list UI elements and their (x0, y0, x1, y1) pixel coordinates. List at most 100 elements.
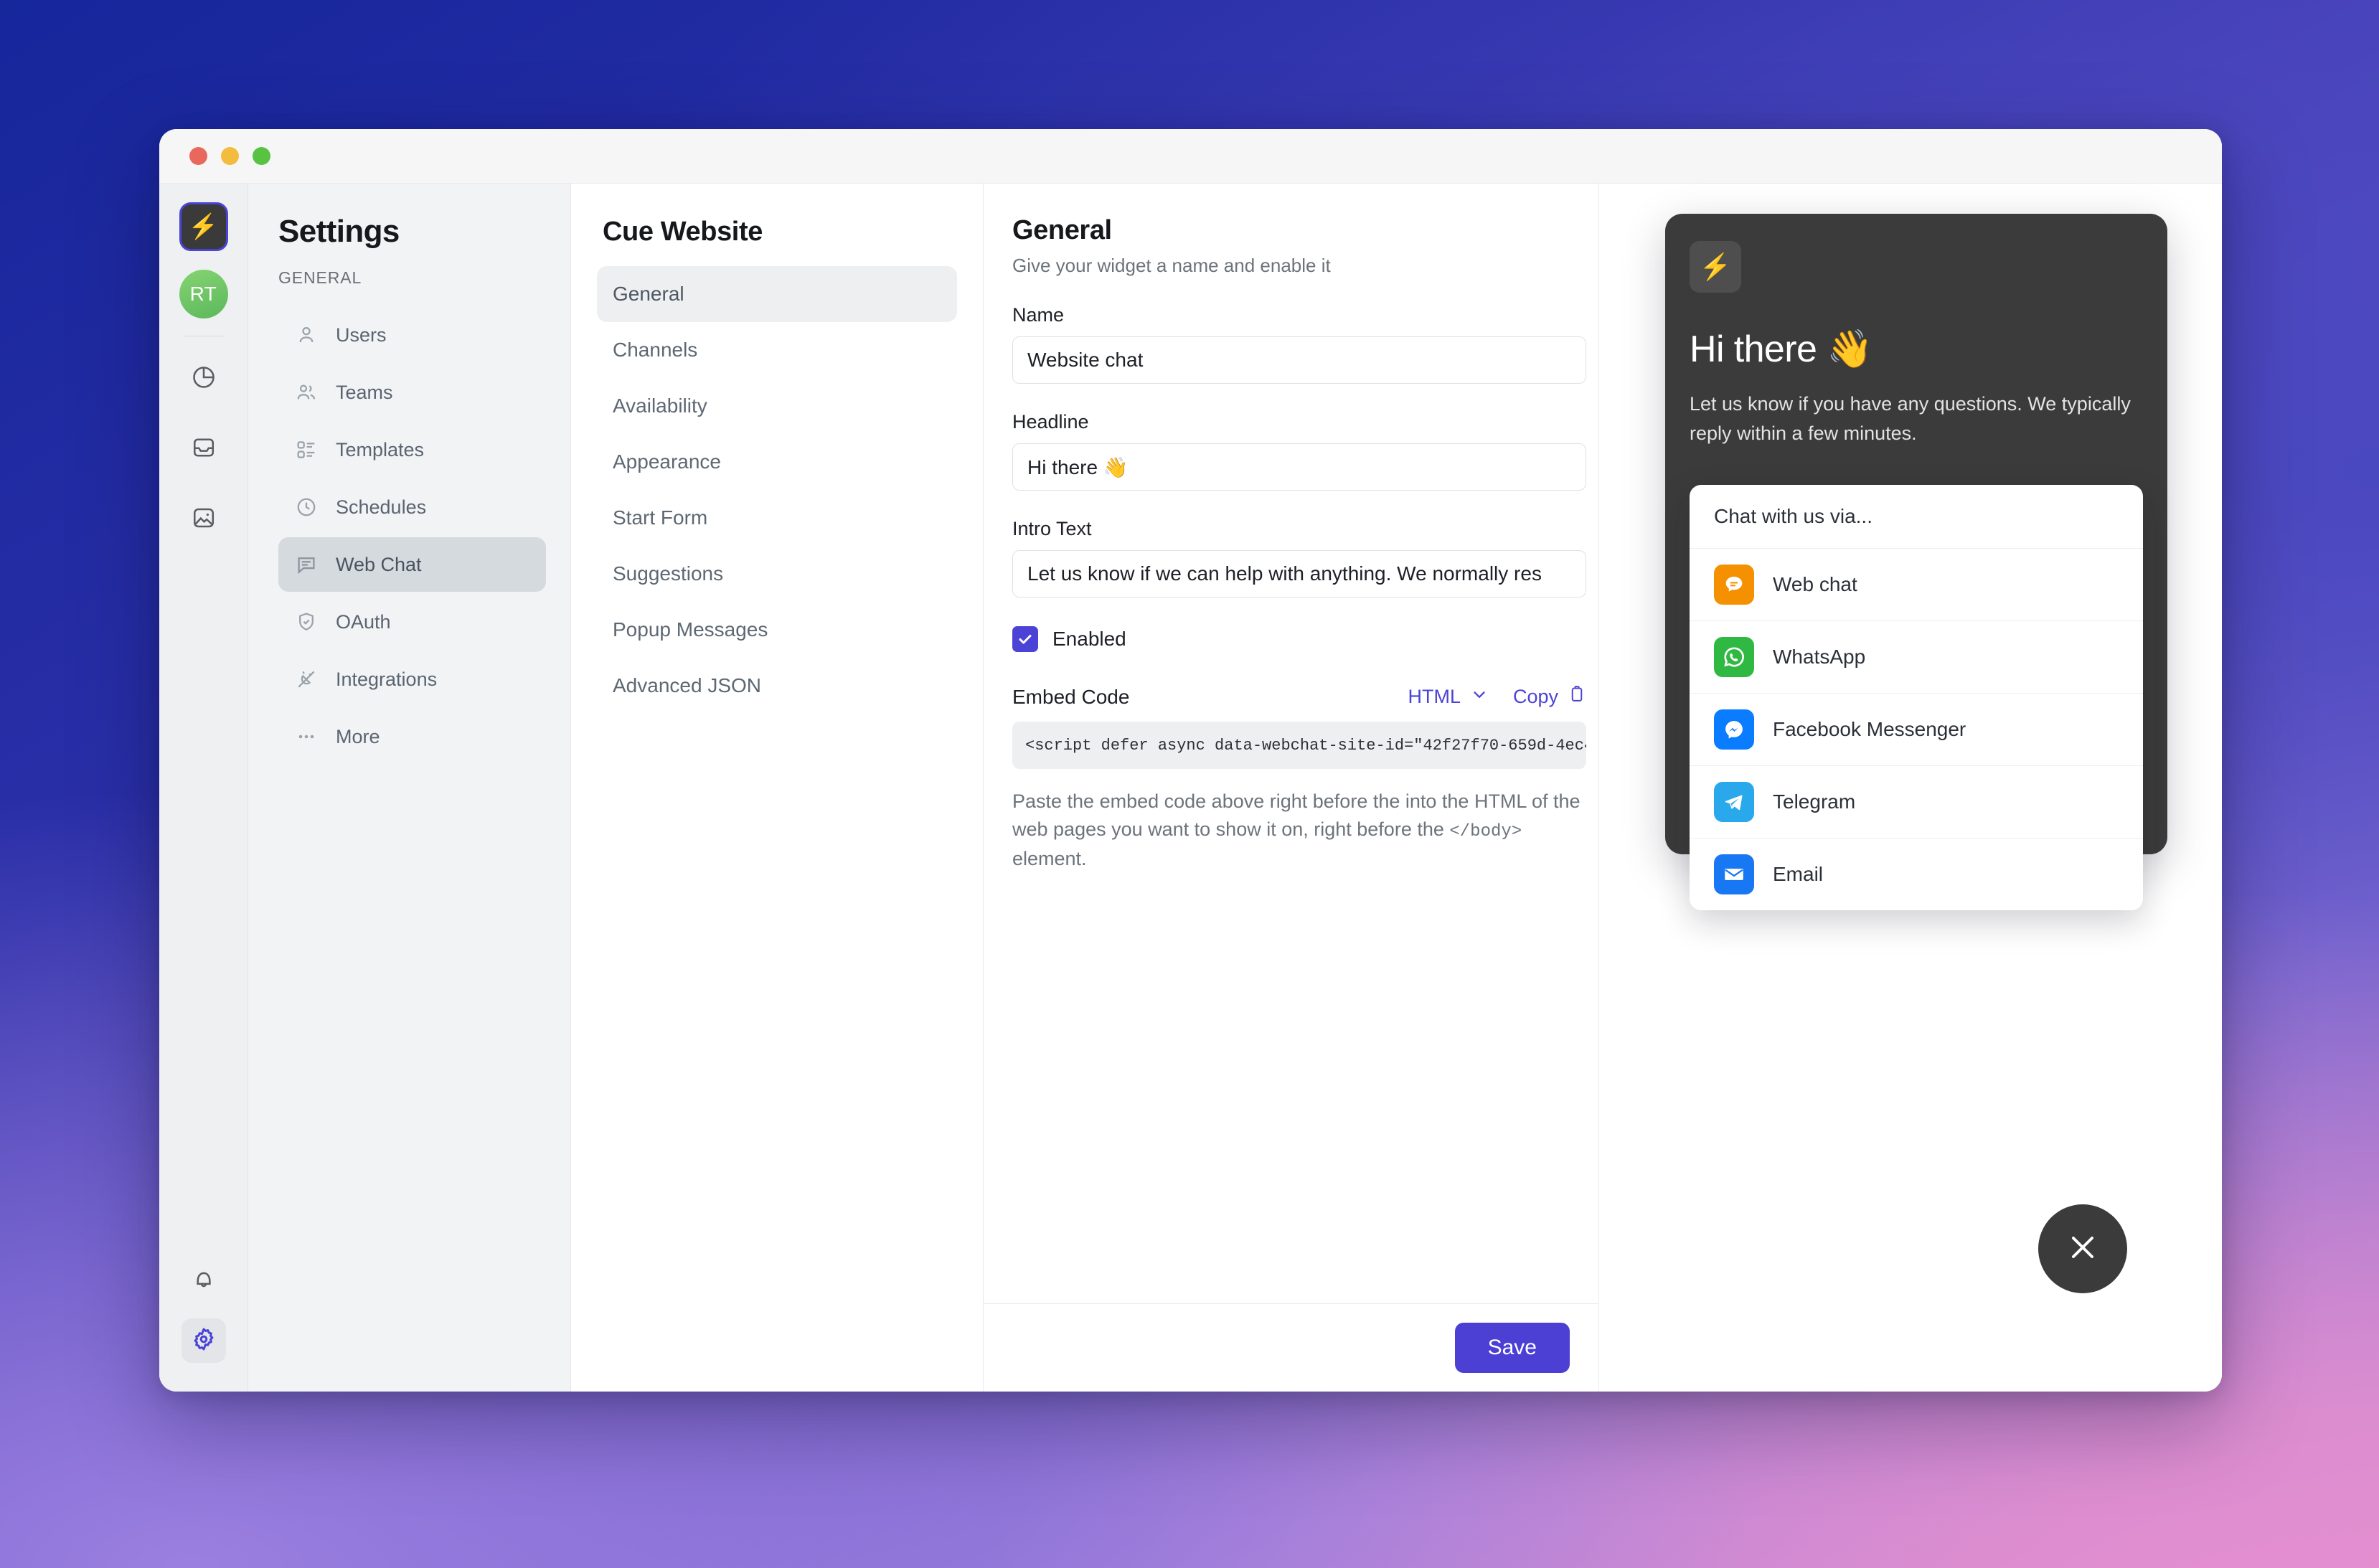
enabled-checkbox[interactable] (1012, 626, 1038, 652)
copy-label: Copy (1512, 686, 1558, 707)
sidebar-item-label: Teams (336, 381, 393, 403)
enabled-row[interactable]: Enabled (1012, 626, 1570, 652)
widget-nav-list: General Channels Availability Appearance… (597, 266, 957, 714)
app-logo[interactable]: ⚡ (179, 202, 228, 251)
plug-icon (294, 667, 319, 691)
media-image-icon (191, 505, 217, 534)
form-heading: General (1012, 215, 1112, 245)
channel-option-telegram[interactable]: Telegram (1690, 766, 2143, 839)
rail-item-notifications[interactable] (182, 1258, 226, 1303)
channel-label: Telegram (1773, 790, 1856, 813)
avatar[interactable]: RT (179, 270, 228, 318)
name-input[interactable]: Website chat (1012, 336, 1586, 384)
channel-option-whatsapp[interactable]: WhatsApp (1690, 621, 2143, 694)
embed-code-actions: HTML Copy (1408, 685, 1586, 709)
name-label: Name (1012, 304, 1065, 326)
sidebar-item-oauth[interactable]: OAuth (278, 595, 546, 649)
channel-option-web-chat[interactable]: Web chat (1690, 549, 2143, 621)
form-scroll-area: General Give your widget a name and enab… (984, 184, 1598, 1303)
widget-nav-panel: Cue Website General Channels Availabilit… (571, 184, 984, 1392)
clipboard-icon (1568, 685, 1586, 709)
widget-preview-panel: ⚡ Hi there 👋 Let us know if you have any… (1599, 184, 2222, 1392)
chat-widget-intro: Let us know if you have any questions. W… (1690, 393, 2131, 444)
intro-text-label: Intro Text (1012, 518, 1092, 539)
chat-bubble-icon (294, 552, 319, 577)
users-icon (294, 380, 319, 405)
embed-code-label: Embed Code (1012, 685, 1130, 708)
sidebar-item-teams[interactable]: Teams (278, 365, 546, 420)
form-footer: Save (984, 1303, 1598, 1392)
channel-label: Facebook Messenger (1773, 718, 1966, 740)
intro-text-input[interactable]: Let us know if we can help with anything… (1012, 550, 1586, 598)
rail-item-inbox[interactable] (182, 427, 226, 471)
embed-format-select[interactable]: HTML (1408, 685, 1489, 709)
channel-option-email[interactable]: Email (1690, 839, 2143, 910)
sidebar-item-templates[interactable]: Templates (278, 422, 546, 477)
webchat-icon (1714, 565, 1754, 605)
shield-check-icon (294, 610, 319, 634)
tab-general[interactable]: General (597, 266, 957, 322)
settings-nav-list: Users Teams Templates Schedules Web Chat… (278, 308, 546, 764)
app-body: ⚡ RT Settings GENERAL Users Teams Templa… (159, 184, 2222, 1392)
sidebar-item-label: Schedules (336, 496, 427, 518)
chat-channel-list: Chat with us via... Web chat WhatsApp Fa… (1690, 485, 2143, 910)
widget-title: Cue Website (603, 217, 763, 247)
sidebar-item-more[interactable]: More (278, 709, 546, 764)
chat-widget-close-button[interactable] (2038, 1204, 2127, 1293)
intro-field-group: Intro Text Let us know if we can help wi… (1012, 518, 1586, 598)
tab-availability[interactable]: Availability (597, 378, 957, 434)
rail-nav (182, 356, 226, 542)
gear-icon (190, 1326, 217, 1356)
window-zoom-button[interactable] (253, 147, 270, 165)
tab-appearance[interactable]: Appearance (597, 434, 957, 490)
channel-label: WhatsApp (1773, 646, 1866, 668)
inbox-icon (191, 435, 217, 464)
telegram-icon (1714, 782, 1754, 822)
sidebar-item-schedules[interactable]: Schedules (278, 480, 546, 534)
ellipsis-icon (294, 724, 319, 749)
copy-button[interactable]: Copy (1513, 685, 1586, 709)
window-close-button[interactable] (189, 147, 207, 165)
rail-item-media[interactable] (182, 497, 226, 542)
headline-label: Headline (1012, 411, 1089, 433)
whatsapp-icon (1714, 637, 1754, 677)
email-icon (1714, 854, 1754, 894)
rail-item-analytics[interactable] (182, 356, 226, 401)
tab-channels[interactable]: Channels (597, 322, 957, 378)
headline-input[interactable]: Hi there 👋 (1012, 443, 1586, 491)
close-x-icon (2062, 1227, 2104, 1272)
chat-widget-logo: ⚡ (1690, 241, 1741, 293)
sidebar-item-users[interactable]: Users (278, 308, 546, 362)
rail-bottom-nav (181, 1258, 226, 1392)
settings-form-panel: General Give your widget a name and enab… (984, 184, 1599, 1392)
embed-hint-part2: element. (1012, 847, 1087, 869)
sidebar-item-label: More (336, 725, 380, 747)
tab-advanced-json[interactable]: Advanced JSON (597, 658, 957, 714)
bolt-icon: ⚡ (188, 213, 219, 240)
tab-popup-messages[interactable]: Popup Messages (597, 602, 957, 658)
tab-suggestions[interactable]: Suggestions (597, 546, 957, 602)
save-button[interactable]: Save (1454, 1323, 1570, 1373)
analytics-pie-icon (191, 364, 217, 394)
sidebar-item-label: Templates (336, 438, 425, 461)
icon-rail: ⚡ RT (159, 184, 248, 1392)
name-field-group: Name Website chat (1012, 304, 1586, 384)
app-window: ⚡ RT Settings GENERAL Users Teams Templa… (159, 129, 2222, 1392)
embed-code-value[interactable]: <script defer async data-webchat-site-id… (1012, 722, 1586, 769)
sidebar-item-web-chat[interactable]: Web Chat (278, 537, 546, 592)
headline-field-group: Headline Hi there 👋 (1012, 411, 1586, 491)
tab-start-form[interactable]: Start Form (597, 490, 957, 546)
embed-hint-code: </body> (1449, 822, 1522, 842)
channel-option-facebook-messenger[interactable]: Facebook Messenger (1690, 694, 2143, 766)
form-subheading: Give your widget a name and enable it (1012, 255, 1331, 276)
sidebar-item-label: Users (336, 323, 387, 346)
sidebar-item-label: Integrations (336, 668, 438, 690)
nav-group-label: GENERAL (278, 268, 362, 287)
sidebar-item-label: OAuth (336, 610, 391, 633)
avatar-initials: RT (189, 283, 217, 305)
window-minimize-button[interactable] (221, 147, 239, 165)
sidebar-item-integrations[interactable]: Integrations (278, 652, 546, 707)
rail-item-settings[interactable] (181, 1318, 226, 1363)
embed-code-hint: Paste the embed code above right before … (1012, 788, 1586, 873)
templates-icon (294, 438, 319, 462)
